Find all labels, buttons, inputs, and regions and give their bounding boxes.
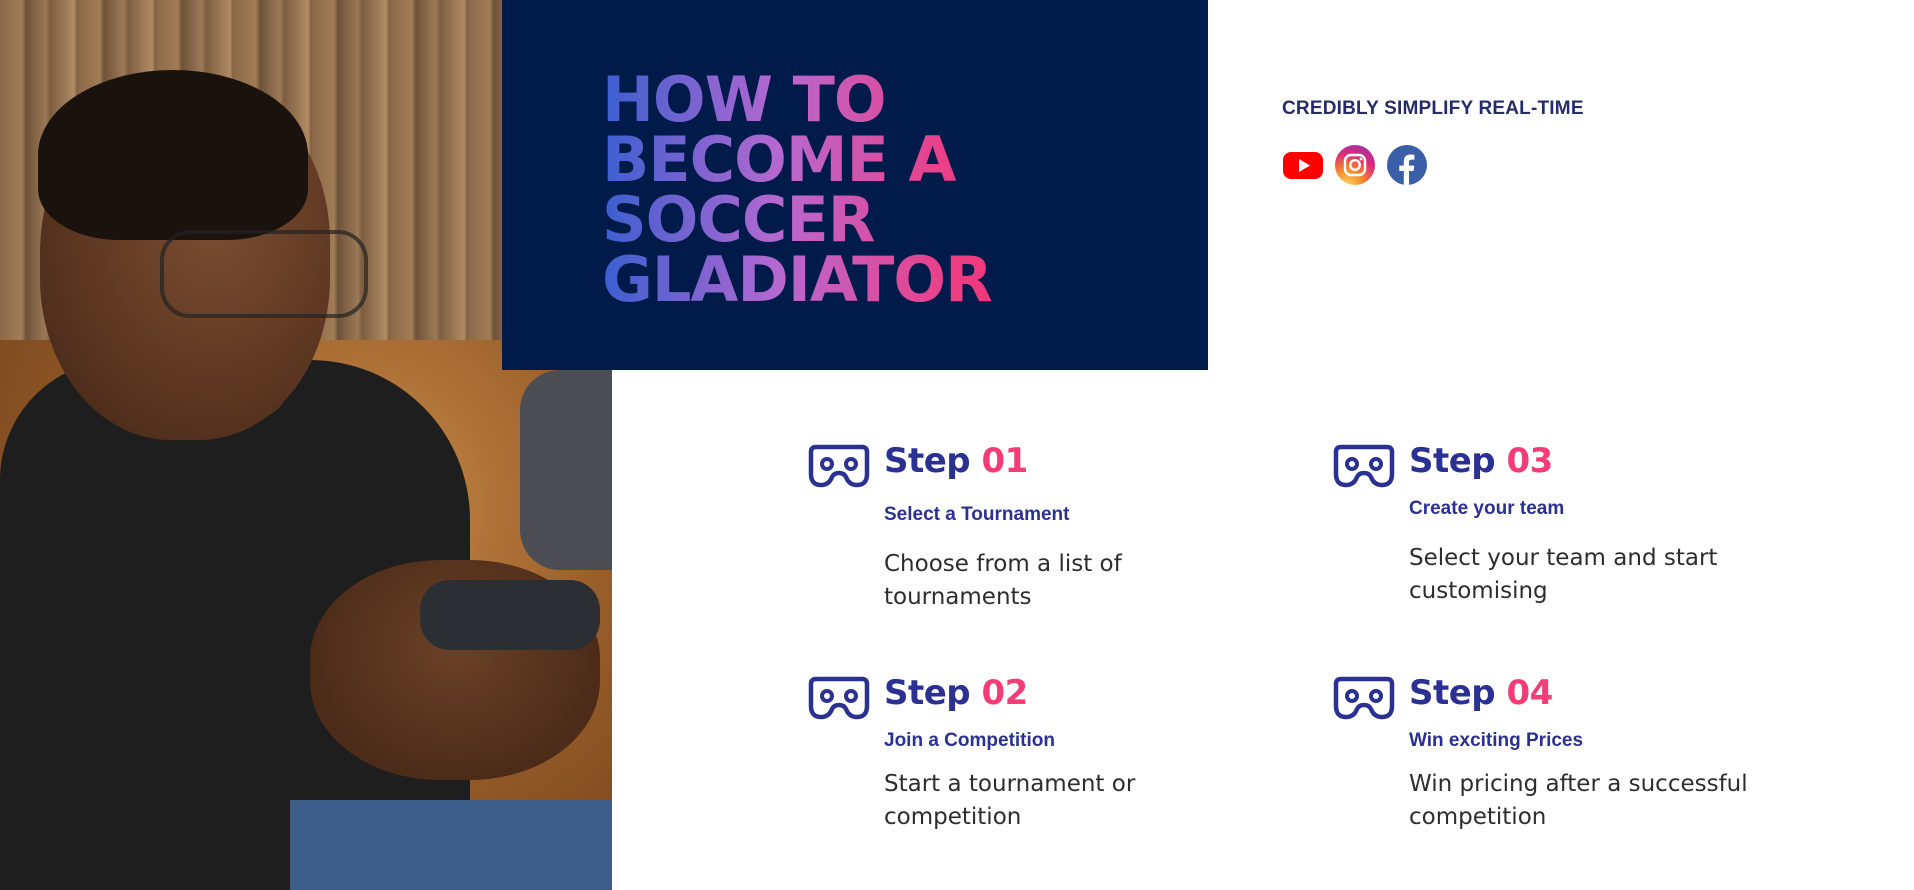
photo-jeans (290, 800, 612, 890)
youtube-link[interactable] (1282, 144, 1324, 186)
step-description: Select your team and start customising (1409, 545, 1718, 604)
step-description: Win pricing after a successful competiti… (1409, 771, 1748, 830)
step-number: 02 (981, 673, 1028, 713)
step-subtitle: Join a Competition (884, 730, 1055, 751)
social-links (1282, 144, 1428, 186)
step-description: Start a tournament or competition (884, 771, 1136, 830)
facebook-link[interactable] (1386, 144, 1428, 186)
step-title: Step 03 (1409, 441, 1553, 481)
youtube-icon (1283, 152, 1323, 179)
vr-headset-icon (1333, 444, 1395, 488)
photo-controller (420, 580, 600, 650)
instagram-link[interactable] (1334, 144, 1376, 186)
instagram-icon (1335, 145, 1375, 185)
photo-hair (38, 70, 308, 240)
step-subtitle: Select a Tournament (884, 504, 1070, 525)
facebook-icon (1387, 145, 1427, 185)
hero-title: HOW TO BECOME A SOCCER GLADIATOR (602, 69, 1162, 311)
step-title: Step 02 (884, 673, 1028, 713)
step-subtitle: Create your team (1409, 498, 1565, 519)
vr-headset-icon (808, 444, 870, 488)
tagline: CREDIBLY SIMPLIFY REAL-TIME (1282, 98, 1584, 119)
vr-headset-icon (808, 676, 870, 720)
step-number: 03 (1506, 441, 1553, 481)
step-description: Choose from a list of tournaments (884, 551, 1122, 610)
vr-headset-icon (1333, 676, 1395, 720)
step-title: Step 01 (884, 441, 1028, 481)
photo-background-person (520, 370, 612, 570)
step-subtitle: Win exciting Prices (1409, 730, 1584, 751)
step-number: 01 (981, 441, 1028, 481)
hero-block: HOW TO BECOME A SOCCER GLADIATOR (502, 0, 1208, 370)
photo-glasses (160, 230, 368, 318)
step-title: Step 04 (1409, 673, 1553, 713)
step-number: 04 (1506, 673, 1553, 713)
